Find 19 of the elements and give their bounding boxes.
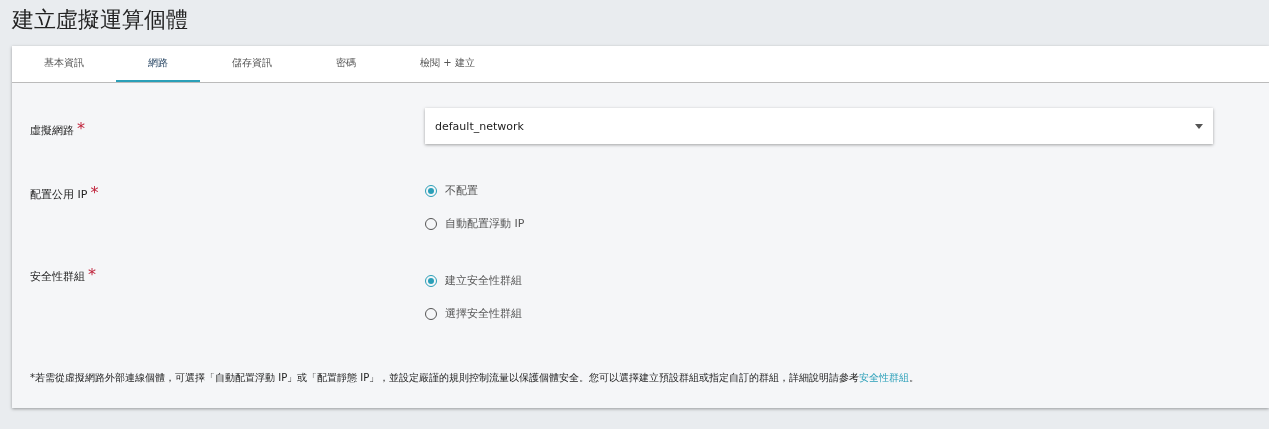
tab[interactable]: 檢閱 + 建立 xyxy=(388,46,507,82)
network-select[interactable]: default_network xyxy=(425,108,1213,144)
tab[interactable]: 基本資訊 xyxy=(12,46,116,82)
caret-icon xyxy=(1195,123,1203,129)
radio-option[interactable]: 選擇安全性群組 xyxy=(425,306,522,321)
required-mark: * xyxy=(88,265,96,284)
footnote: *若需從虛擬網路外部連線個體，可選擇「自動配置浮動 IP」或「配置靜態 IP」，並設定嚴謹的規則控制流量以保護個體安全。您可以選擇建立預設群組或指定自訂的群組，詳細說明請參考安全性群組。 xyxy=(30,371,921,385)
field-label: 配置公用 IP xyxy=(30,188,88,201)
tab[interactable]: 密碼 xyxy=(304,46,388,82)
tab[interactable]: 網路 xyxy=(116,46,200,82)
field-label: 虛擬網路 xyxy=(30,124,74,137)
radio-option[interactable]: 建立安全性群組 xyxy=(425,273,522,288)
radio-option[interactable]: 不配置 xyxy=(425,183,478,198)
required-mark: * xyxy=(77,119,85,138)
radio-option[interactable]: 自動配置浮動 IP xyxy=(425,216,525,231)
field-label: 安全性群組 xyxy=(30,270,85,283)
page-title: 建立虛擬運算個體 xyxy=(11,6,189,34)
required-mark: * xyxy=(90,183,99,202)
tab[interactable]: 儲存資訊 xyxy=(200,46,304,82)
